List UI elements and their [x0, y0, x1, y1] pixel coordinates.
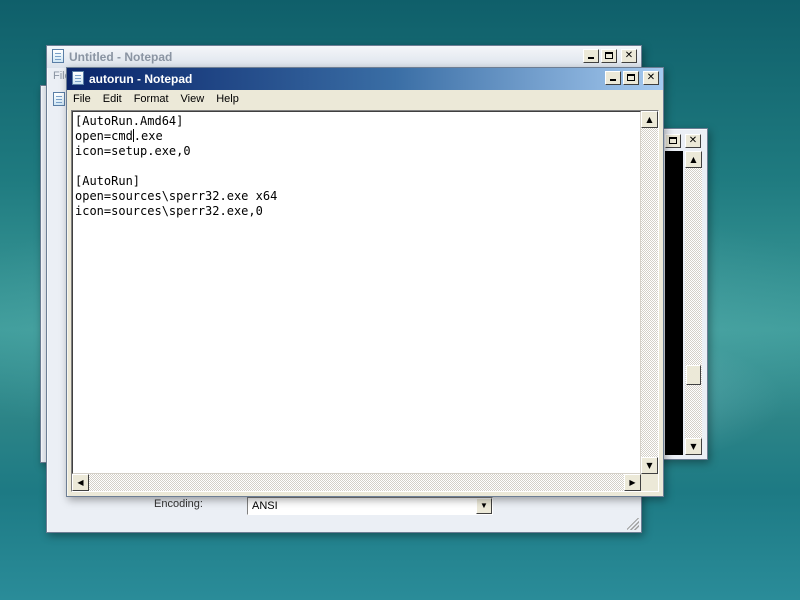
vertical-scrollbar[interactable]: ▲ ▼	[641, 111, 658, 474]
console-scrollbar[interactable]: ▲ ▼	[685, 151, 702, 455]
maximize-icon[interactable]	[601, 49, 617, 63]
close-icon[interactable]: ✕	[621, 49, 637, 63]
editor-frame: [AutoRun.Amd64] open=cmd.exe icon=setup.ex…	[71, 110, 659, 492]
scroll-left-icon[interactable]: ◀	[72, 474, 89, 491]
minimize-icon[interactable]	[583, 49, 599, 63]
text-line: icon=setup.exe,0	[75, 144, 191, 158]
menu-edit[interactable]: Edit	[97, 90, 128, 110]
text-line-caret: open=cmd.exe	[75, 129, 163, 143]
menu-help[interactable]: Help	[210, 90, 245, 110]
title-bar[interactable]: Untitled - Notepad ✕	[47, 46, 641, 68]
menu-bar: File Edit Format View Help	[67, 90, 663, 110]
scroll-up-icon[interactable]: ▲	[685, 151, 702, 168]
scroll-up-icon[interactable]: ▲	[641, 111, 658, 128]
dropdown-arrow-icon[interactable]: ▼	[476, 498, 492, 514]
horizontal-scrollbar[interactable]: ◀ ▶	[72, 474, 641, 491]
encoding-value: ANSI	[252, 500, 278, 512]
close-icon[interactable]: ✕	[685, 134, 701, 148]
text-editor[interactable]: [AutoRun.Amd64] open=cmd.exe icon=setup.ex…	[72, 111, 641, 474]
scroll-down-icon[interactable]: ▼	[641, 457, 658, 474]
text-line: icon=sources\sperr32.exe,0	[75, 204, 263, 218]
title-bar[interactable]: autorun - Notepad ✕	[67, 68, 663, 90]
text-line: [AutoRun.Amd64]	[75, 114, 184, 128]
close-icon[interactable]: ✕	[643, 71, 659, 85]
scrollbar-corner	[641, 474, 658, 491]
notepad-icon	[72, 71, 84, 85]
text-line: [AutoRun]	[75, 174, 141, 188]
scroll-down-icon[interactable]: ▼	[685, 438, 702, 455]
menu-format[interactable]: Format	[128, 90, 175, 110]
scroll-right-icon[interactable]: ▶	[624, 474, 641, 491]
notepad-icon	[53, 92, 65, 106]
notepad-icon	[52, 49, 64, 63]
window-title: Untitled - Notepad	[69, 50, 173, 64]
console-area	[665, 151, 683, 455]
text-line: open=sources\sperr32.exe x64	[75, 189, 278, 203]
encoding-select[interactable]: ANSI ▼	[247, 497, 493, 515]
menu-view[interactable]: View	[175, 90, 211, 110]
minimize-icon[interactable]	[605, 71, 621, 85]
maximize-icon[interactable]	[665, 134, 681, 148]
encoding-label: Encoding:	[154, 498, 203, 510]
autorun-notepad-window[interactable]: autorun - Notepad ✕ File Edit Format Vie…	[66, 67, 664, 497]
menu-file[interactable]: File	[67, 90, 97, 110]
window-title: autorun - Notepad	[89, 72, 193, 86]
text-line	[75, 159, 638, 174]
scroll-thumb[interactable]	[686, 365, 701, 385]
resize-grip[interactable]	[627, 518, 639, 530]
maximize-icon[interactable]	[623, 71, 639, 85]
